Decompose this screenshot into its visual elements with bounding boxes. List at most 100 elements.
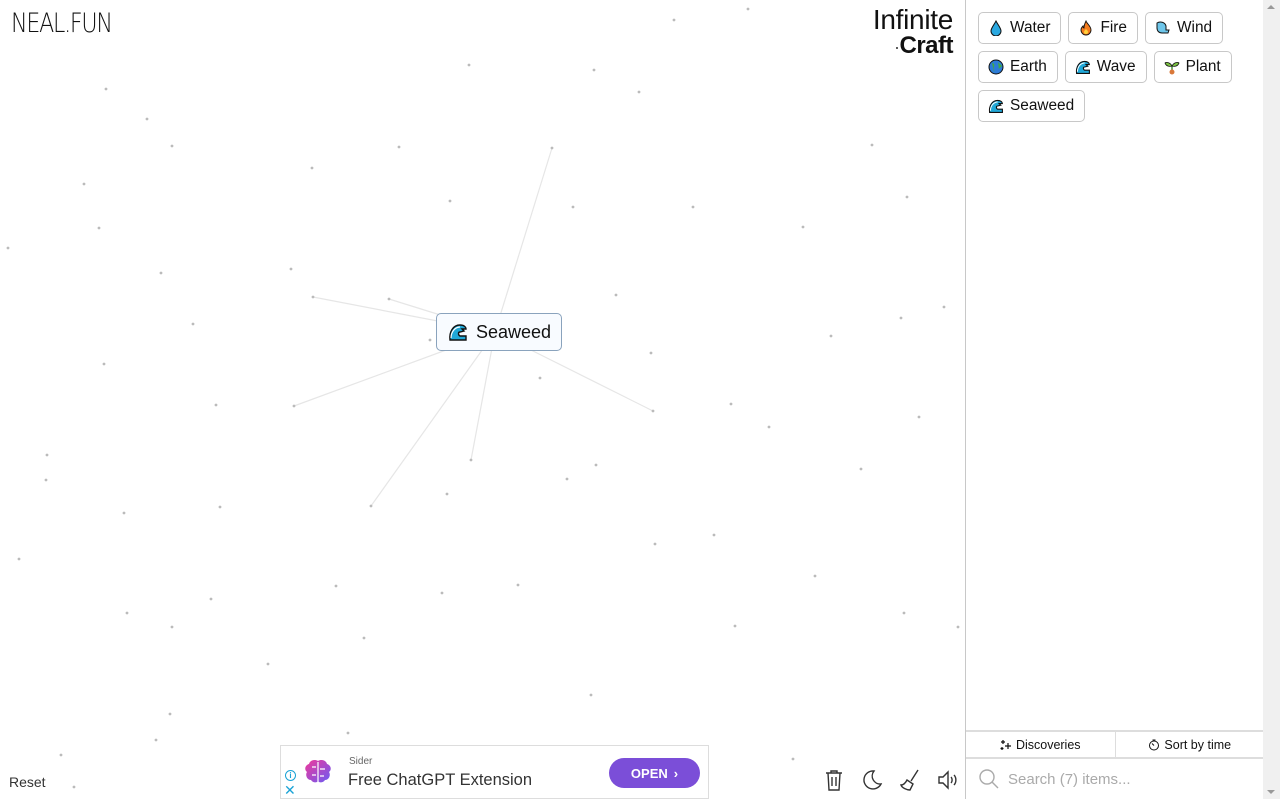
ad-open-button[interactable]: OPEN › xyxy=(609,758,700,788)
particle-dot xyxy=(565,477,569,481)
sidebar-item-seaweed[interactable]: Seaweed xyxy=(978,90,1086,122)
particle-dot xyxy=(17,557,21,561)
fire-icon xyxy=(1078,19,1094,36)
ad-headline[interactable]: Free ChatGPT Extension xyxy=(348,771,532,790)
trash-icon[interactable] xyxy=(822,768,846,792)
ad-banner[interactable]: i ✕ Sider Free ChatGPT Extension OPEN › xyxy=(280,745,709,799)
particle-dot xyxy=(122,511,126,515)
wave-icon xyxy=(448,322,468,342)
scrollbar[interactable] xyxy=(1263,0,1280,799)
particle-dot xyxy=(870,143,874,147)
wave-icon xyxy=(1075,59,1091,75)
sidebar-item-label: Earth xyxy=(1010,58,1047,75)
seedling-icon xyxy=(1164,59,1180,75)
ad-close-icon[interactable]: ✕ xyxy=(284,783,296,797)
discoveries-button[interactable]: Discoveries xyxy=(966,732,1115,757)
particle-dot xyxy=(917,415,921,419)
particle-dot xyxy=(214,403,218,407)
search-icon xyxy=(979,769,999,789)
particle-dot xyxy=(746,7,750,11)
particle-dot xyxy=(362,636,366,640)
particle-dot xyxy=(672,18,676,22)
particle-dot xyxy=(902,611,906,615)
sidebar-item-label: Wind xyxy=(1177,19,1213,36)
scroll-down-arrow[interactable] xyxy=(1267,790,1275,794)
search-input[interactable] xyxy=(1008,770,1248,788)
reset-button[interactable]: Reset xyxy=(9,774,46,790)
particle-dot xyxy=(397,145,401,149)
sidebar-item-fire[interactable]: Fire xyxy=(1068,12,1138,44)
craft-canvas[interactable]: NEAL.FUN Infinite Craft Seaweed Reset i … xyxy=(0,0,965,799)
particle-dot xyxy=(334,584,338,588)
particle-dot xyxy=(209,597,213,601)
particle-dot xyxy=(369,504,373,508)
particle-dot xyxy=(387,297,391,301)
canvas-toolbar xyxy=(822,768,960,792)
speaker-icon[interactable] xyxy=(936,768,960,792)
canvas-item-label: Seaweed xyxy=(476,321,552,342)
particle-dot xyxy=(440,591,444,595)
particle-link xyxy=(370,331,496,507)
particle-dot xyxy=(813,574,817,578)
particle-dot xyxy=(266,662,270,666)
discoveries-label: Discoveries xyxy=(1015,737,1081,752)
particle-dot xyxy=(310,166,314,170)
particle-dot xyxy=(154,738,158,742)
particle-dot xyxy=(653,542,657,546)
sidebar-item-label: Wave xyxy=(1096,58,1136,75)
globe-icon xyxy=(988,59,1004,75)
sidebar-item-water[interactable]: Water xyxy=(978,12,1062,44)
neal-fun-logo[interactable]: NEAL.FUN xyxy=(11,8,113,39)
particle-dot xyxy=(767,425,771,429)
particle-dot xyxy=(637,90,641,94)
particle-dot xyxy=(445,492,449,496)
wind-face-icon xyxy=(1155,20,1171,36)
particle-dot xyxy=(538,376,542,380)
sidebar-item-earth[interactable]: Earth xyxy=(978,51,1058,83)
sort-bar: Discoveries Sort by time xyxy=(966,730,1264,759)
sidebar-item-label: Water xyxy=(1010,19,1051,36)
particle-dot xyxy=(801,225,805,229)
particle-dot xyxy=(428,338,432,342)
particle-dot xyxy=(550,146,554,150)
particle-dot xyxy=(691,205,695,209)
sidebar-item-label: Fire xyxy=(1100,19,1127,36)
particle-dot xyxy=(159,271,163,275)
particle-dot xyxy=(104,87,108,91)
particle-dot xyxy=(649,351,653,355)
particle-dot xyxy=(905,195,909,199)
particle-dot xyxy=(168,712,172,716)
particle-dot xyxy=(44,478,48,482)
particle-dot xyxy=(82,182,86,186)
sort-label: Sort by time xyxy=(1164,737,1232,752)
particle-dot xyxy=(191,322,195,326)
title-line-1: Infinite xyxy=(872,4,953,35)
moon-icon[interactable] xyxy=(860,768,884,792)
particle-dot xyxy=(729,402,733,406)
canvas-background xyxy=(6,7,960,789)
particle-dot xyxy=(956,625,960,629)
sort-by-time-button[interactable]: Sort by time xyxy=(1114,732,1265,757)
wave-icon xyxy=(988,98,1004,114)
ad-info-icon[interactable]: i xyxy=(285,770,296,781)
particle-link xyxy=(494,147,553,333)
sidebar-item-label: Plant xyxy=(1185,58,1221,75)
particle-dot xyxy=(311,295,315,299)
particle-dot xyxy=(346,731,350,735)
particle-dot xyxy=(614,293,618,297)
canvas-item-seaweed[interactable]: Seaweed xyxy=(436,313,563,351)
particle-dot xyxy=(942,305,946,309)
particle-link xyxy=(470,331,496,461)
particle-dot xyxy=(102,362,106,366)
sidebar-item-wind[interactable]: Wind xyxy=(1145,12,1224,44)
sidebar-item-plant[interactable]: Plant xyxy=(1153,51,1232,83)
scroll-up-arrow[interactable] xyxy=(1267,5,1275,9)
broom-icon[interactable] xyxy=(898,768,922,792)
timer-icon xyxy=(1149,739,1160,750)
particle-dot xyxy=(97,226,101,230)
particle-dot xyxy=(218,505,222,509)
particle-dot xyxy=(170,625,174,629)
sidebar-item-wave[interactable]: Wave xyxy=(1064,51,1147,83)
particle-dot xyxy=(571,205,575,209)
ad-sponsor: Sider xyxy=(349,756,373,767)
